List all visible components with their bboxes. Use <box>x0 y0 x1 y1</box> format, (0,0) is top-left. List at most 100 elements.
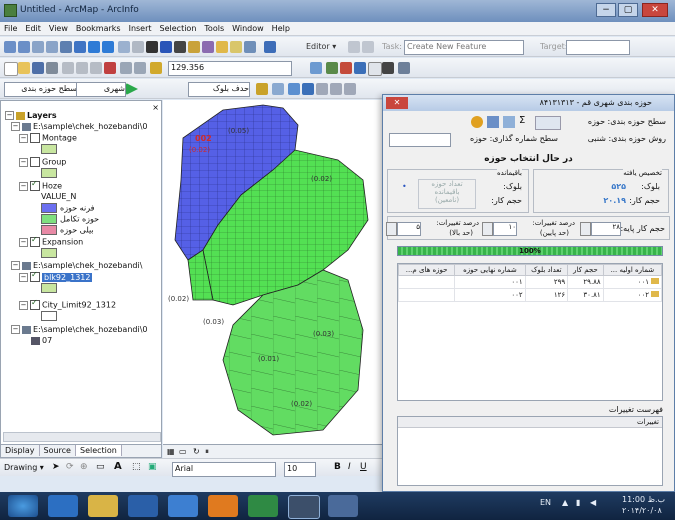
run-icon[interactable] <box>126 83 138 95</box>
menu-edit[interactable]: Edit <box>21 22 45 33</box>
map-scale-input[interactable]: 129.356 <box>168 61 292 76</box>
task-select[interactable]: Create New Feature <box>404 40 524 55</box>
add-data-icon[interactable] <box>150 62 162 74</box>
font-size-select[interactable]: 10 <box>284 462 316 477</box>
volume-icon[interactable]: ◀ <box>590 498 596 507</box>
pause-icon[interactable]: ⏸ <box>205 447 209 457</box>
delete-icon[interactable] <box>104 62 116 74</box>
start-button[interactable] <box>8 495 38 517</box>
bold-icon[interactable]: B <box>334 462 341 472</box>
drawing-menu[interactable]: Drawing ▾ <box>4 463 44 472</box>
topology-icon[interactable] <box>330 83 342 95</box>
expand-icon[interactable]: − <box>11 122 20 131</box>
maximize-button[interactable]: ▢ <box>618 3 638 17</box>
create-viewer-icon[interactable] <box>264 41 276 53</box>
hyperlink-icon[interactable] <box>216 41 228 53</box>
table-row[interactable]: ۰۰۲ ۳۰.۸۱ ۱۲۶ ۰۰۲ <box>398 288 662 302</box>
fixed-zoom-in-icon[interactable] <box>32 41 44 53</box>
html-popup-icon[interactable] <box>230 41 242 53</box>
menu-selection[interactable]: Selection <box>156 22 201 33</box>
network-icon[interactable]: ▮ <box>576 498 580 507</box>
view-dropdown[interactable] <box>535 116 561 130</box>
minimize-button[interactable]: − <box>596 3 616 17</box>
open-icon[interactable] <box>18 62 30 74</box>
new-document-icon[interactable] <box>4 62 18 76</box>
internet-explorer-icon[interactable] <box>48 495 78 517</box>
toc-item-07[interactable]: 07 <box>42 336 52 345</box>
block-delete-select[interactable]: حدف بلوک <box>188 82 250 97</box>
callout-icon[interactable]: ⬚ <box>132 462 141 472</box>
undo-icon[interactable] <box>120 62 132 74</box>
file-explorer-icon[interactable] <box>88 495 118 517</box>
zoning-level-field[interactable]: سطح حوزه بندی <box>4 82 78 97</box>
sum-icon[interactable]: Σ <box>519 115 525 126</box>
clock-date[interactable]: ۲۰۱۴/۲۰/۰۸ <box>622 506 662 515</box>
dialog-close-button[interactable]: ✕ <box>386 97 408 109</box>
toc-path-2[interactable]: E:\sample\chek_hozebandi\ <box>33 261 142 270</box>
select-features-icon[interactable] <box>118 41 130 53</box>
cut-icon[interactable] <box>62 62 74 74</box>
numbering-select[interactable] <box>389 133 451 147</box>
go-to-xy-icon[interactable] <box>188 41 200 53</box>
col-final-number[interactable]: شماره نهایی حوزه <box>454 264 526 276</box>
time-slider-icon[interactable] <box>244 41 256 53</box>
tab-source[interactable]: Source <box>40 445 76 456</box>
tab-selection[interactable]: Selection <box>75 445 122 456</box>
target-select[interactable] <box>566 40 630 55</box>
tray-arrow-icon[interactable]: ▲ <box>562 498 568 507</box>
toc-horizontal-scrollbar[interactable] <box>3 432 161 442</box>
menu-file[interactable]: File <box>0 22 21 33</box>
forward-icon[interactable] <box>102 41 114 53</box>
layers-root[interactable]: Layers <box>27 111 57 120</box>
hoze-checkbox[interactable] <box>30 179 40 191</box>
col-block-count[interactable]: تعداد بلوک <box>524 264 569 276</box>
base-load-input[interactable]: ۲۸ <box>591 222 621 236</box>
app-taskbar-icon[interactable] <box>328 495 358 517</box>
settings-icon[interactable] <box>487 116 499 128</box>
picture-icon[interactable]: ▣ <box>148 462 157 472</box>
toc-city-limit[interactable]: City_Limit92_1312 <box>42 301 116 310</box>
italic-icon[interactable]: I <box>348 462 351 472</box>
font-select[interactable]: Arial <box>172 462 276 477</box>
toc-path-3[interactable]: E:\sample\chek_hozebandi\0 <box>33 325 147 334</box>
firefox-icon[interactable] <box>208 495 238 517</box>
change-input[interactable]: ۱۰ <box>493 222 517 236</box>
print-icon[interactable] <box>46 62 58 74</box>
zoom-in-icon[interactable] <box>4 41 16 53</box>
expand-icon[interactable]: − <box>11 261 20 270</box>
table-of-contents-icon[interactable] <box>326 62 338 74</box>
language-indicator[interactable]: EN <box>540 498 551 507</box>
clock-time[interactable]: 11:00 ب.ظ <box>622 495 665 504</box>
find-icon[interactable] <box>174 41 186 53</box>
refresh-icon[interactable]: ↻ <box>193 447 200 456</box>
cut-polygon-icon[interactable] <box>288 83 300 95</box>
sketch-tool-icon[interactable] <box>362 41 374 53</box>
table-icon[interactable] <box>503 116 515 128</box>
rotate-icon[interactable]: ⟳ <box>66 462 74 472</box>
zoom-out-icon[interactable] <box>18 41 30 53</box>
media-player-icon[interactable] <box>128 495 158 517</box>
excel-icon[interactable] <box>248 495 278 517</box>
sketch-properties-icon[interactable] <box>316 83 328 95</box>
reshape-icon[interactable] <box>272 83 284 95</box>
map-view[interactable]: 002 (0.02) (0.05) (0.02) (0.03) (0.02) (… <box>163 100 383 445</box>
expand-icon[interactable]: − <box>19 237 28 247</box>
base-load-spinner[interactable] <box>580 222 591 236</box>
col-initial[interactable]: شماره اولیه ... <box>602 264 662 276</box>
data-view-icon[interactable]: ▦ <box>167 447 175 456</box>
expand-icon[interactable]: − <box>5 111 14 120</box>
editor-toolbar-icon[interactable] <box>310 62 322 74</box>
attributes-icon[interactable] <box>302 83 314 95</box>
montage-checkbox[interactable] <box>30 133 40 143</box>
group-checkbox[interactable] <box>30 157 40 167</box>
tab-display[interactable]: Display <box>1 445 40 456</box>
change2-spinner[interactable] <box>386 222 397 236</box>
fixed-zoom-out-icon[interactable] <box>46 41 58 53</box>
layer-icon[interactable] <box>471 116 483 128</box>
toc-montage[interactable]: Montage <box>42 134 77 143</box>
underline-icon[interactable]: U <box>360 462 367 472</box>
full-extent-icon[interactable] <box>74 41 86 53</box>
zoning-type-select[interactable]: شهری <box>76 82 126 97</box>
change-spinner[interactable] <box>482 222 493 236</box>
expand-icon[interactable]: − <box>19 272 28 282</box>
